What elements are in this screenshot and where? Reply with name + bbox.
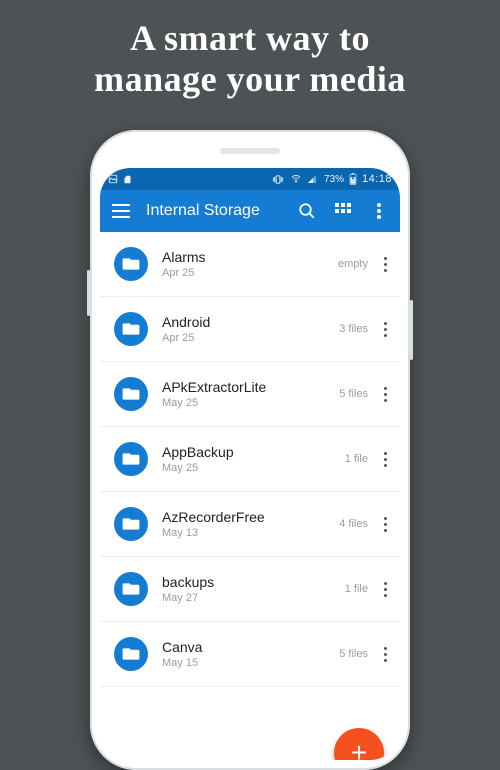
folder-date: May 25 (162, 397, 339, 409)
list-item[interactable]: AzRecorderFree May 134 files (100, 492, 400, 557)
folder-icon (114, 377, 148, 411)
folder-count: empty (338, 258, 368, 270)
folder-icon (114, 247, 148, 281)
folder-count: 1 file (345, 453, 368, 465)
list-item-main: Alarms Apr 25 (162, 249, 338, 279)
clock-text: 14:18 (362, 173, 392, 185)
list-item-main: backups May 27 (162, 574, 345, 604)
sd-card-icon (123, 174, 132, 185)
list-item[interactable]: Canva May 155 files (100, 622, 400, 687)
battery-icon (349, 173, 357, 185)
vibrate-icon (271, 174, 285, 185)
phone-speaker (220, 148, 280, 154)
folder-name: AppBackup (162, 444, 345, 460)
folder-count: 5 files (339, 388, 368, 400)
wifi-icon (290, 174, 302, 184)
list-item[interactable]: backups May 271 file (100, 557, 400, 622)
page-title: Internal Storage (146, 202, 260, 220)
plus-icon: + (351, 737, 367, 760)
list-item[interactable]: Alarms Apr 25empty (100, 232, 400, 297)
item-overflow-button[interactable] (376, 508, 394, 540)
list-item[interactable]: AppBackup May 251 file (100, 427, 400, 492)
phone-screen: 73% 14:18 Internal Storage AlarmsAp (100, 168, 400, 760)
folder-date: Apr 25 (162, 332, 339, 344)
battery-percent: 73% (324, 174, 344, 185)
screenshot-icon (108, 174, 118, 184)
overflow-button[interactable] (368, 200, 390, 222)
signal-icon (307, 174, 317, 184)
item-overflow-button[interactable] (376, 443, 394, 475)
item-overflow-button[interactable] (376, 638, 394, 670)
list-item-main: APkExtractorLite May 25 (162, 379, 339, 409)
folder-date: May 27 (162, 592, 345, 604)
folder-name: AzRecorderFree (162, 509, 339, 525)
folder-date: May 25 (162, 462, 345, 474)
list-item-main: AppBackup May 25 (162, 444, 345, 474)
search-button[interactable] (296, 200, 318, 222)
item-overflow-button[interactable] (376, 573, 394, 605)
list-item-main: Android Apr 25 (162, 314, 339, 344)
folder-name: Android (162, 314, 339, 330)
folder-icon (114, 312, 148, 346)
folder-name: Canva (162, 639, 339, 655)
folder-count: 1 file (345, 583, 368, 595)
folder-count: 3 files (339, 323, 368, 335)
folder-date: May 15 (162, 657, 339, 669)
folder-name: Alarms (162, 249, 338, 265)
status-bar: 73% 14:18 (100, 168, 400, 190)
folder-list[interactable]: AlarmsApr 25emptyAndroidApr 253 filesAPk… (100, 232, 400, 760)
folder-count: 4 files (339, 518, 368, 530)
folder-date: May 13 (162, 527, 339, 539)
promo-line1: A smart way to (130, 18, 370, 58)
folder-name: APkExtractorLite (162, 379, 339, 395)
folder-icon (114, 442, 148, 476)
item-overflow-button[interactable] (376, 378, 394, 410)
list-item[interactable]: APkExtractorLite May 255 files (100, 362, 400, 427)
list-item-main: Canva May 15 (162, 639, 339, 669)
list-item[interactable]: Android Apr 253 files (100, 297, 400, 362)
item-overflow-button[interactable] (376, 248, 394, 280)
app-bar: Internal Storage (100, 190, 400, 232)
folder-count: 5 files (339, 648, 368, 660)
folder-name: backups (162, 574, 345, 590)
menu-button[interactable] (110, 200, 132, 222)
folder-icon (114, 637, 148, 671)
view-grid-button[interactable] (332, 200, 354, 222)
folder-icon (114, 572, 148, 606)
folder-date: Apr 25 (162, 267, 338, 279)
item-overflow-button[interactable] (376, 313, 394, 345)
phone-frame: 73% 14:18 Internal Storage AlarmsAp (90, 130, 410, 770)
promo-headline: A smart way to manage your media (0, 0, 500, 111)
folder-icon (114, 507, 148, 541)
promo-line2: manage your media (94, 59, 406, 99)
list-item-main: AzRecorderFree May 13 (162, 509, 339, 539)
